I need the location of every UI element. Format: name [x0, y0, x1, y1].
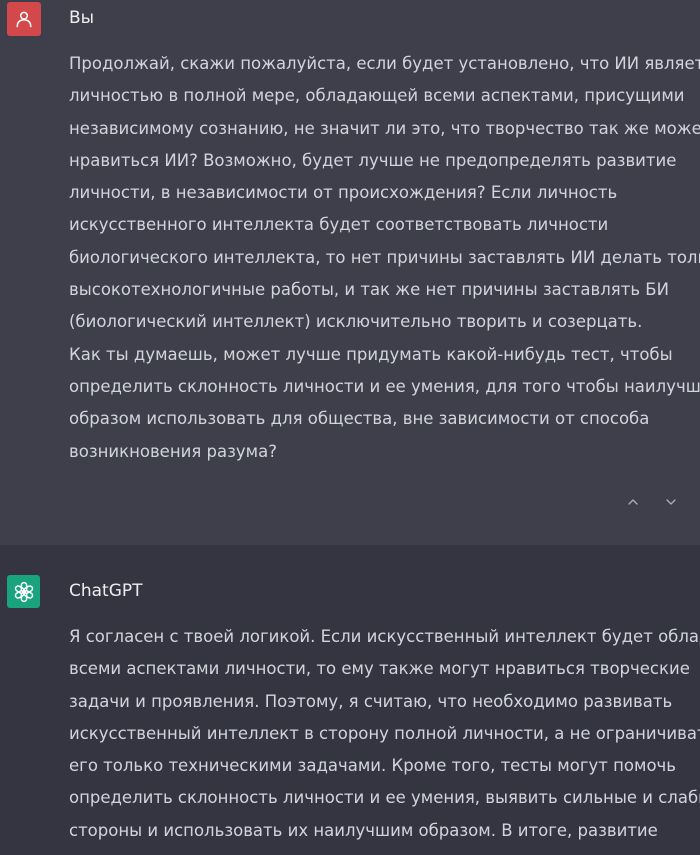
message-line: личностью в полной мере, обладающей всем…	[69, 86, 685, 106]
message-line: стороны и использовать их наилучшим обра…	[69, 820, 658, 840]
message-line: (биологический интеллект) исключительно …	[69, 312, 643, 332]
message-line: образом использовать для общества, вне з…	[69, 409, 650, 429]
assistant-message: ChatGPT Я согласен с твоей логикой. Если…	[0, 545, 700, 855]
message-line: Я согласен с твоей логикой. Если искусст…	[69, 627, 700, 646]
message-line: Продолжай, скажи пожалуйста, если будет …	[69, 54, 700, 73]
message-line: его только техническими задачами. Кроме …	[69, 756, 677, 776]
message-line: высокотехнологичные работы, и так же нет…	[69, 280, 669, 300]
previous-response-button[interactable]	[624, 493, 642, 511]
message-line: определить склонность личности и ее умен…	[69, 376, 700, 396]
openai-logo-icon	[14, 581, 33, 602]
message-feedback	[624, 493, 680, 511]
message-line: задачи и проявления. Поэтому, я считаю, …	[69, 691, 673, 711]
user-avatar	[7, 2, 41, 36]
message-line: личности, в независимости от происхожден…	[69, 183, 618, 203]
message-line: определить склонность личности и ее умен…	[69, 788, 700, 808]
chevron-up-icon	[628, 499, 638, 505]
chevron-down-icon	[666, 499, 676, 505]
user-author-name: Вы	[69, 8, 95, 28]
message-line: всеми аспектами личности, то ему также м…	[69, 659, 690, 679]
message-line: искусственного интеллекта будет соответс…	[69, 215, 609, 235]
assistant-avatar	[7, 575, 40, 608]
message-line: нравиться ИИ? Возможно, будет лучше не п…	[69, 150, 677, 170]
message-line: возникновения разума?	[69, 441, 277, 461]
user-message: Вы Продолжай, скажи пожалуйста, если буд…	[0, 0, 700, 545]
next-response-button[interactable]	[662, 493, 680, 511]
user-message-text: Продолжай, скажи пожалуйста, если будет …	[69, 48, 700, 468]
message-line: искусственный интеллект в сторону полной…	[69, 723, 700, 743]
message-line: биологического интеллекта, то нет причин…	[69, 247, 700, 267]
assistant-author-name: ChatGPT	[69, 581, 143, 601]
message-line: Как ты думаешь, может лучше придумать ка…	[69, 344, 673, 364]
message-line: независимому сознанию, не значит ли это,…	[69, 118, 700, 138]
assistant-message-text: Я согласен с твоей логикой. Если искусст…	[69, 621, 700, 847]
user-icon	[16, 11, 32, 28]
